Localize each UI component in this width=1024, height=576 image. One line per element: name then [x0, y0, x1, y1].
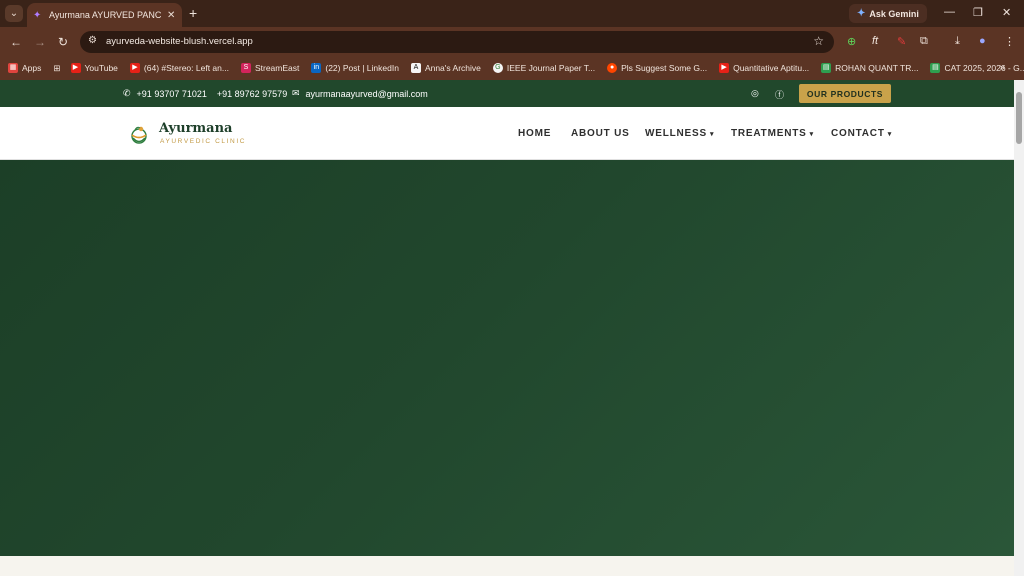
logo-name[interactable]: Ayurmana	[159, 121, 232, 136]
back-icon[interactable]: ←	[10, 35, 22, 49]
minimize-icon[interactable]: —	[944, 6, 955, 18]
bookmark-rohan-quant[interactable]: ▤ ROHAN QUANT TR...	[821, 63, 918, 73]
phone-number-1[interactable]: +91 93707 71021	[137, 89, 207, 99]
nav-about-us[interactable]: ABOUT US	[571, 128, 630, 139]
more-bookmarks-icon[interactable]: »	[999, 62, 1005, 73]
instagram-icon[interactable]: ◎	[751, 88, 759, 99]
extension-pen-icon[interactable]: ✎	[897, 35, 906, 48]
extension-plus-icon[interactable]: ⊕	[847, 35, 856, 48]
email-address[interactable]: ayurmanaayurved@gmail.com	[306, 89, 428, 99]
bookmark-reddit[interactable]: ● Pls Suggest Some G...	[607, 63, 707, 73]
bookmarks-bar: ▦ Apps ⊞ ▶ YouTube ▶ (64) #Stereo: Left an.…	[0, 56, 1024, 80]
apps-grid-icon: ▦	[8, 63, 18, 73]
mail-icon: ✉	[292, 88, 300, 98]
close-window-icon[interactable]: ✕	[1002, 6, 1011, 19]
nav-wellness[interactable]: WELLNESS ▾	[645, 128, 714, 139]
linkedin-icon: in	[311, 63, 322, 73]
bookmark-youtube[interactable]: ▶ YouTube	[70, 63, 118, 73]
ayurmana-logo-icon[interactable]	[128, 123, 150, 145]
anna-archive-icon: A	[410, 63, 421, 73]
phone-number-2[interactable]: +91 89762 97579	[217, 89, 287, 99]
omnibox[interactable]: ⚙ ayurveda-website-blush.vercel.app ☆	[80, 31, 834, 53]
ieee-icon: G	[492, 63, 503, 73]
bookmark-star-icon[interactable]: ☆	[813, 34, 824, 48]
bookmark-stereo[interactable]: ▶ (64) #Stereo: Left an...	[129, 63, 229, 73]
profile-avatar-icon[interactable]: ●	[979, 35, 986, 47]
tab-groups-icon[interactable]: ⊞	[53, 63, 60, 74]
page-scrollbar[interactable]	[1014, 80, 1024, 576]
extensions-puzzle-icon[interactable]: ⧉	[920, 35, 928, 48]
ask-gemini-label: Ask Gemini	[869, 8, 919, 19]
browser-tab[interactable]: ✦ Ayurmana AYURVED PANCHAKA ✕	[27, 3, 182, 27]
chevron-down-icon: ▾	[809, 130, 814, 138]
url-text[interactable]: ayurveda-website-blush.vercel.app	[106, 36, 253, 47]
ask-gemini-button[interactable]: ✦ Ask Gemini	[849, 4, 927, 23]
tab-title: Ayurmana AYURVED PANCHAKA	[49, 10, 161, 20]
reload-icon[interactable]: ↻	[58, 35, 68, 49]
browser-tab-strip: ⌄ ✦ Ayurmana AYURVED PANCHAKA ✕ + ✦ Ask …	[0, 0, 1024, 27]
nav-contact[interactable]: CONTACT ▾	[831, 128, 892, 139]
nav-home[interactable]: HOME	[518, 128, 551, 139]
extension-ft-icon[interactable]: ft	[872, 35, 878, 47]
chevron-down-icon: ▾	[887, 130, 893, 138]
hero-section	[0, 160, 1014, 556]
bookmark-ieee[interactable]: G IEEE Journal Paper T...	[492, 63, 595, 73]
bookmark-linkedin[interactable]: in (22) Post | LinkedIn	[311, 63, 399, 73]
phone-icon: ✆	[123, 88, 131, 98]
youtube-icon: ▶	[129, 63, 140, 73]
streameast-icon: S	[240, 63, 251, 73]
gemini-icon: ✦	[857, 8, 866, 19]
email-contact[interactable]: ✉ ayurmanaayurved@gmail.com	[292, 88, 428, 99]
web-page: ✆ +91 93707 71021 +91 89762 97579 ✉ ayur…	[0, 80, 1014, 576]
facebook-icon[interactable]: ⓕ	[775, 88, 784, 101]
bookmark-quant-aptitude[interactable]: ▶ Quantitative Aptitu...	[719, 63, 809, 73]
forward-icon[interactable]: →	[34, 35, 46, 49]
sheet-icon: ▤	[821, 63, 832, 73]
new-tab-icon[interactable]: +	[189, 5, 197, 21]
chevron-down-icon: ▾	[709, 130, 715, 138]
youtube-icon: ▶	[719, 63, 730, 73]
nav-treatments[interactable]: TREATMENTS ▾	[731, 128, 814, 139]
tab-search-icon[interactable]: ⌄	[5, 5, 23, 22]
scrollbar-thumb[interactable]	[1016, 92, 1022, 144]
tab-close-icon[interactable]: ✕	[167, 10, 175, 21]
youtube-icon: ▶	[70, 63, 81, 73]
address-bar-row: ← → ↻ ⚙ ayurveda-website-blush.vercel.ap…	[0, 27, 1024, 56]
our-products-button[interactable]: OUR PRODUCTS	[799, 84, 891, 103]
phone-contact[interactable]: ✆ +91 93707 71021 +91 89762 97579	[123, 88, 287, 99]
site-info-icon[interactable]: ⚙	[88, 35, 101, 48]
bookmark-cat[interactable]: ▤ CAT 2025, 2026 - G...	[930, 63, 1024, 73]
logo-subtitle: AYURVEDIC CLINIC	[160, 138, 247, 145]
restore-icon[interactable]: ❐	[973, 6, 983, 19]
contact-topbar: ✆ +91 93707 71021 +91 89762 97579 ✉ ayur…	[0, 80, 1014, 107]
download-icon[interactable]: ⤓	[955, 35, 960, 48]
bookmark-annas-archive[interactable]: A Anna's Archive	[410, 63, 481, 73]
bookmark-streameast[interactable]: S StreamEast	[240, 63, 299, 73]
site-header: Ayurmana AYURVEDIC CLINIC HOME ABOUT US …	[0, 107, 1014, 160]
reddit-icon: ●	[607, 63, 618, 73]
sheet-icon: ▤	[930, 63, 941, 73]
browser-menu-icon[interactable]: ⋮	[1004, 35, 1015, 48]
site-favicon-icon: ✦	[33, 9, 42, 21]
bookmark-apps[interactable]: ▦ Apps	[8, 63, 41, 73]
